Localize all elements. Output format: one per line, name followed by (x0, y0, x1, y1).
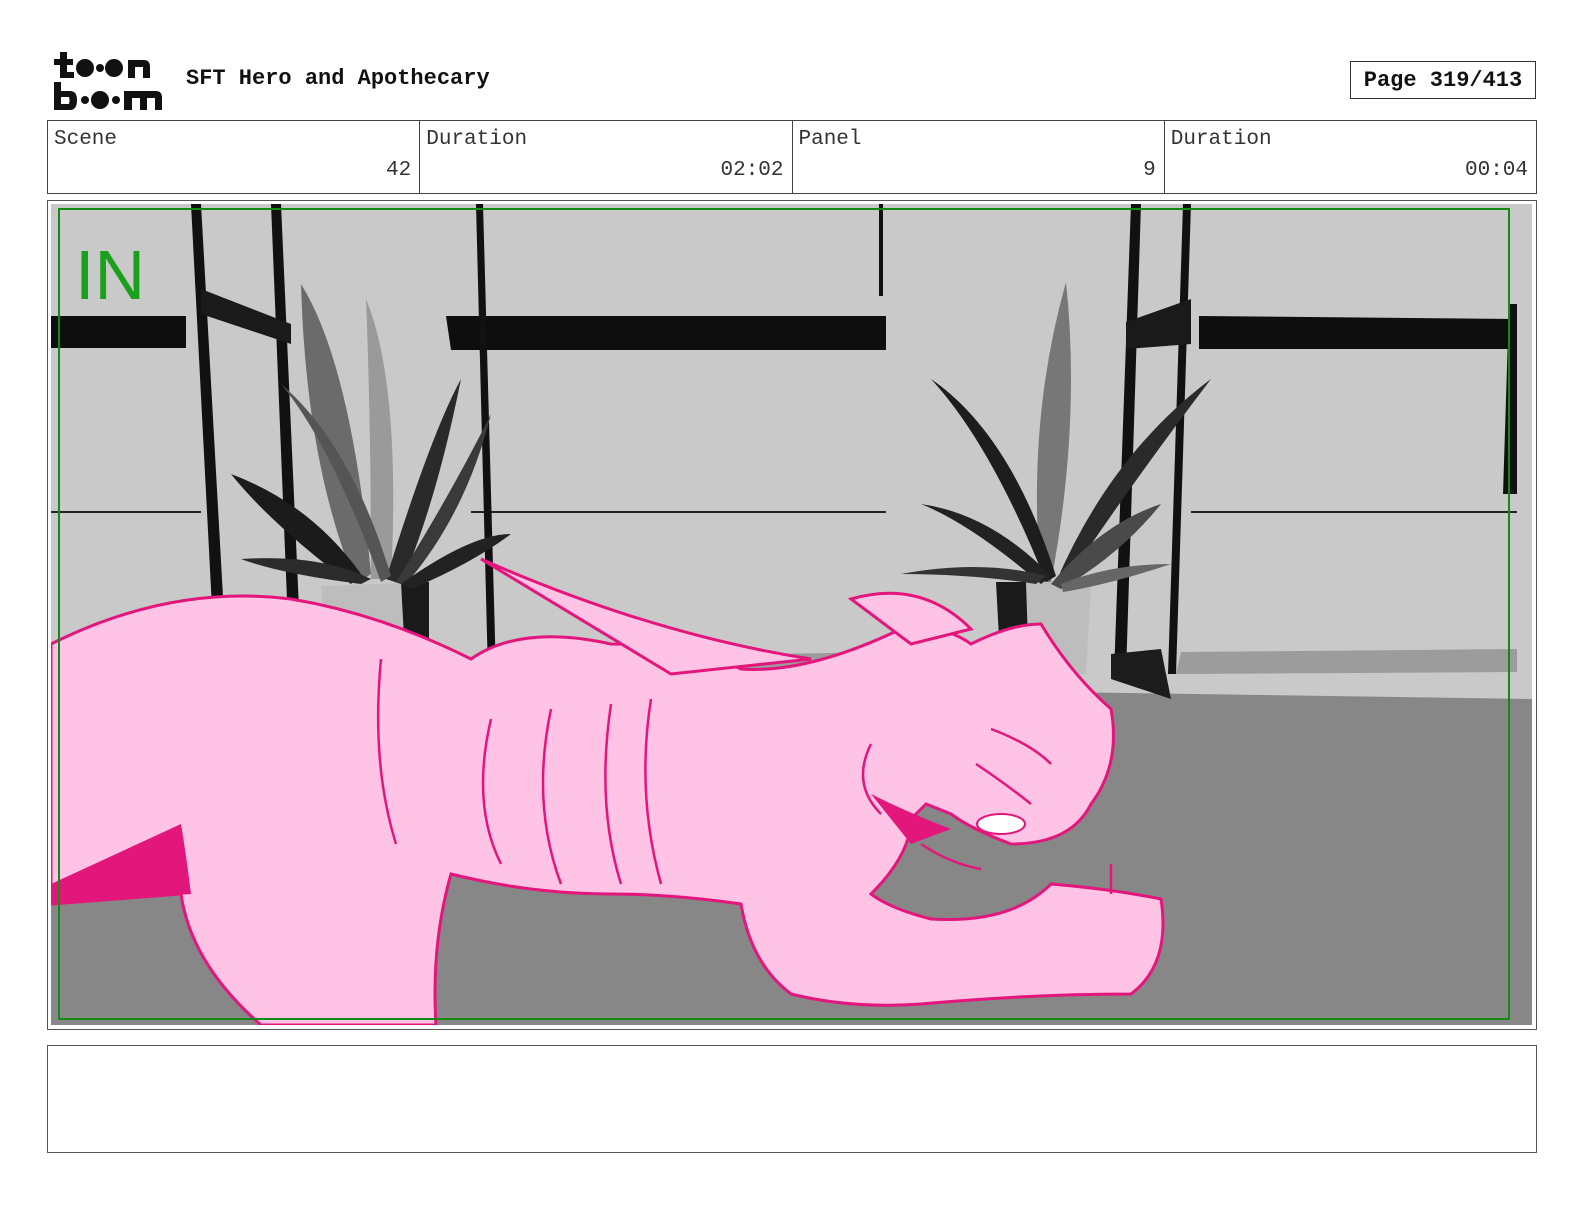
panel-value: 9 (1143, 159, 1156, 182)
scene-label: Scene (54, 128, 118, 151)
scene-duration-value: 02:02 (720, 159, 784, 182)
scene-duration-cell: Duration 02:02 (420, 121, 793, 193)
panel-duration-label: Duration (1170, 128, 1272, 151)
toon-boom-logo (52, 50, 164, 112)
panel-artwork: IN (51, 204, 1532, 1025)
project-title: SFT Hero and Apothecary (186, 66, 490, 91)
panel-duration-value: 00:04 (1464, 159, 1528, 182)
storyboard-panel: IN (47, 200, 1537, 1030)
panel-label: Panel (798, 128, 862, 151)
page-indicator: Page 319/413 (1350, 61, 1536, 99)
toon-boom-logo-mark (54, 52, 162, 110)
scene-value: 42 (386, 159, 412, 182)
transition-in-label: IN (75, 236, 145, 314)
panel-duration-cell: Duration 00:04 (1165, 121, 1536, 193)
panel-cell: Panel 9 (793, 121, 1165, 193)
scene-duration-label: Duration (426, 128, 528, 151)
scene-info-table: Scene 42 Duration 02:02 Panel 9 Duration… (47, 120, 1537, 194)
panel-notes-box (47, 1045, 1537, 1153)
scene-cell: Scene 42 (48, 121, 421, 193)
